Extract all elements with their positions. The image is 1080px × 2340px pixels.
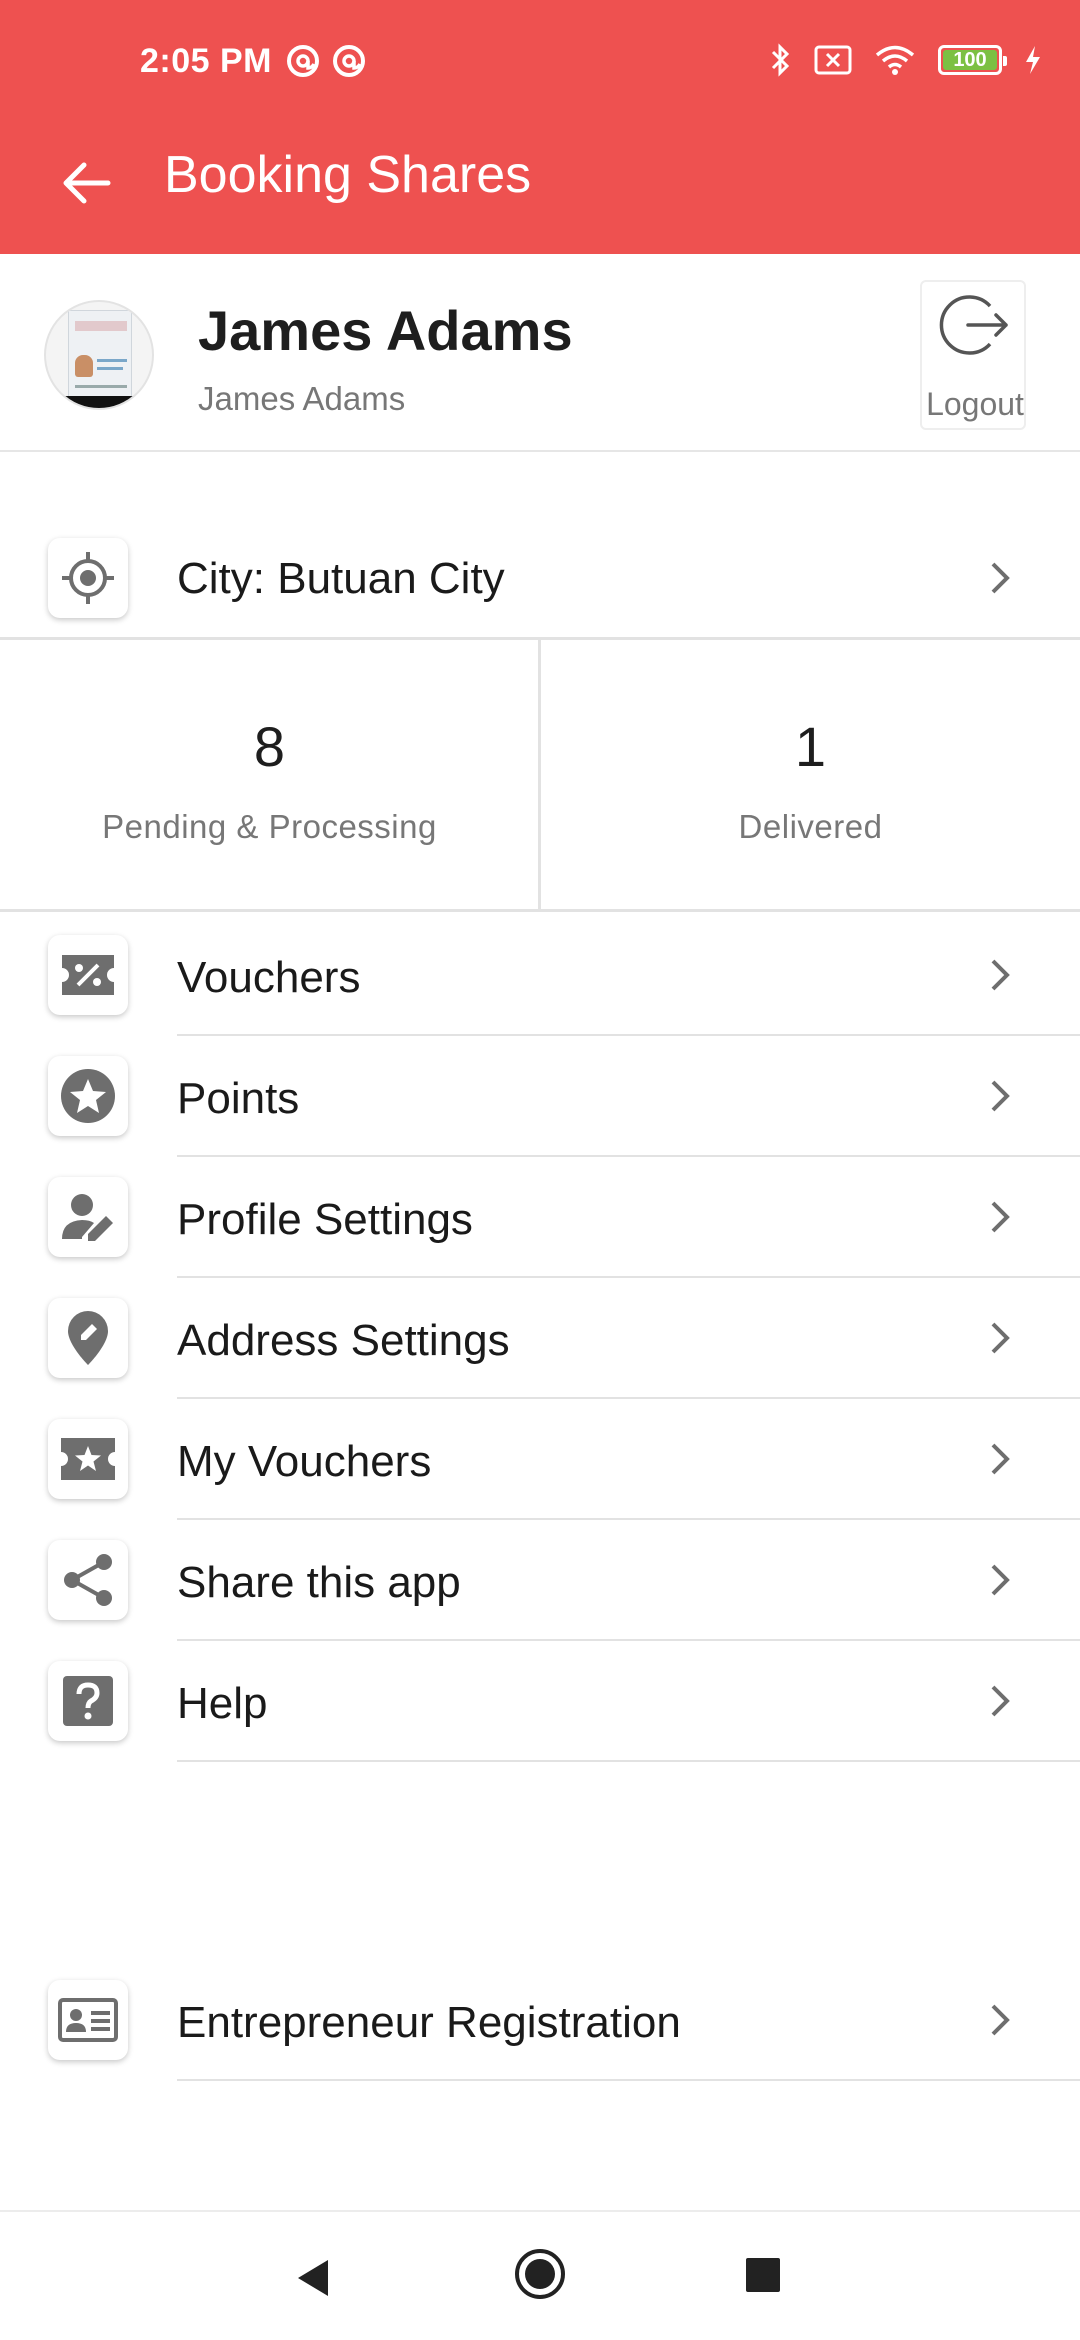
icon-box — [48, 1540, 128, 1620]
city-label: City: Butuan City — [177, 554, 505, 603]
status-bar: 2:05 PM 100 — [0, 0, 1080, 125]
chevron-right-icon — [980, 1679, 1020, 1723]
menu-item-my-vouchers[interactable]: My Vouchers — [0, 1399, 1080, 1520]
icon-box — [48, 1980, 128, 2060]
menu-item-label: Entrepreneur Registration — [177, 1998, 681, 2047]
icon-box — [48, 935, 128, 1015]
menu-item-profile-settings[interactable]: Profile Settings — [0, 1157, 1080, 1278]
menu-item-label: Address Settings — [177, 1316, 510, 1365]
ticket-star-icon — [61, 1438, 115, 1480]
nav-home-button[interactable] — [514, 2248, 566, 2300]
divider — [177, 1760, 1080, 1762]
system-nav-bar — [0, 2210, 1080, 2340]
chevron-right-icon — [980, 1558, 1020, 1602]
menu-item-label: Share this app — [177, 1558, 461, 1607]
icon-box — [48, 1056, 128, 1136]
status-system-icons: 100 — [770, 42, 1042, 78]
chevron-right-icon — [980, 953, 1020, 997]
menu-item-label: Profile Settings — [177, 1195, 473, 1244]
notification-app-icon — [287, 45, 319, 77]
stat-value: 1 — [794, 715, 827, 778]
chevron-right-icon — [980, 556, 1020, 600]
menu-item-entrepreneur-registration[interactable]: Entrepreneur Registration — [0, 1960, 1080, 2081]
bluetooth-icon — [771, 43, 790, 77]
profile-subtitle: James Adams — [198, 380, 406, 417]
page-title: Booking Shares — [164, 146, 532, 204]
icon-box — [48, 1419, 128, 1499]
status-time: 2:05 PM — [140, 42, 272, 80]
wifi-icon — [875, 45, 915, 75]
icon-box — [48, 1661, 128, 1741]
logout-label: Logout — [926, 386, 1024, 422]
menu-item-share-app[interactable]: Share this app — [0, 1520, 1080, 1641]
logout-icon — [939, 295, 1008, 355]
divider — [177, 2079, 1080, 2081]
charging-icon — [1026, 46, 1040, 74]
gps-target-icon — [62, 552, 114, 604]
chevron-right-icon — [980, 1195, 1020, 1239]
nav-recents-button[interactable] — [746, 2258, 780, 2292]
menu-item-label: Points — [177, 1074, 300, 1123]
menu-item-label: Vouchers — [177, 953, 361, 1002]
app-bar: Booking Shares — [0, 125, 1080, 254]
arrow-left-icon — [63, 162, 111, 204]
share-icon — [64, 1554, 112, 1606]
chevron-right-icon — [980, 1316, 1020, 1360]
stat-value: 8 — [253, 715, 286, 778]
notification-app-icon-2 — [333, 45, 365, 77]
menu-item-address-settings[interactable]: Address Settings — [0, 1278, 1080, 1399]
location-edit-icon — [68, 1311, 108, 1365]
no-sim-icon — [814, 45, 852, 75]
id-card-icon — [58, 1998, 118, 2042]
icon-box — [48, 1177, 128, 1257]
city-selector[interactable]: City: Butuan City — [0, 518, 1080, 639]
avatar[interactable] — [44, 300, 154, 410]
menu-item-vouchers[interactable]: Vouchers — [0, 915, 1080, 1036]
stat-delivered[interactable]: 1 Delivered — [541, 640, 1080, 912]
voucher-percent-icon — [62, 955, 114, 995]
menu-item-label: Help — [177, 1679, 268, 1728]
menu-item-points[interactable]: Points — [0, 1036, 1080, 1157]
back-button[interactable] — [52, 149, 120, 217]
user-edit-icon — [62, 1194, 113, 1241]
battery-level: 100 — [953, 48, 987, 71]
logout-button[interactable]: Logout — [920, 280, 1026, 430]
top-header: 2:05 PM 100 Booking Shares — [0, 0, 1080, 254]
help-icon — [63, 1676, 113, 1726]
city-icon-box — [48, 538, 128, 618]
stat-label: Delivered — [738, 808, 883, 845]
star-circle-icon — [61, 1069, 115, 1123]
stat-pending[interactable]: 8 Pending & Processing — [0, 640, 539, 912]
chevron-right-icon — [980, 1074, 1020, 1118]
profile-name: James Adams — [198, 299, 573, 362]
status-notification-icons — [286, 44, 366, 78]
chevron-right-icon — [980, 1437, 1020, 1481]
icon-box — [48, 1298, 128, 1378]
profile-card: James Adams James Adams Logout — [0, 254, 1080, 452]
stat-label: Pending & Processing — [102, 808, 437, 845]
menu-item-label: My Vouchers — [177, 1437, 432, 1486]
nav-back-button[interactable] — [296, 2258, 330, 2298]
menu-item-help[interactable]: Help — [0, 1641, 1080, 1762]
chevron-right-icon — [980, 1998, 1020, 2042]
order-stats: 8 Pending & Processing 1 Delivered — [0, 640, 1080, 912]
battery-icon: 100 — [938, 45, 1007, 75]
